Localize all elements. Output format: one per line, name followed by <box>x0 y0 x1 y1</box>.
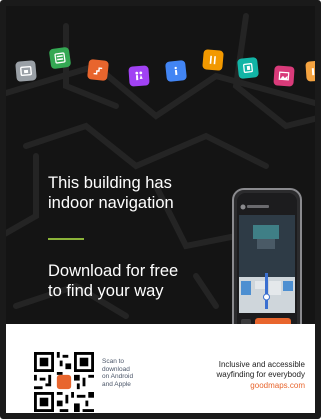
exit-icon <box>237 57 259 79</box>
poster-bottom-panel: Scan to download on Android and Apple In… <box>6 324 315 413</box>
poster-top-panel: This building has indoor navigation Down… <box>6 6 315 324</box>
elevator-icon <box>15 60 37 82</box>
headline-line-2: indoor navigation <box>48 194 174 212</box>
headline-text: This building has indoor navigation <box>48 173 238 213</box>
download-line-1: Download for free <box>48 262 179 280</box>
accent-divider <box>48 238 84 240</box>
phone-mockup <box>232 188 302 324</box>
restroom-icon <box>128 65 150 87</box>
tagline-line-2: wayfinding for everybody <box>216 370 306 379</box>
download-text: Download for free to find your way <box>48 261 238 301</box>
qr-code[interactable] <box>34 352 94 412</box>
atm-icon <box>48 46 72 70</box>
gallery-icon <box>273 65 295 87</box>
poster: This building has indoor navigation Down… <box>0 0 321 419</box>
poi-icon-row <box>6 6 315 106</box>
download-line-2: to find your way <box>48 282 164 300</box>
website-link[interactable]: goodmaps.com <box>145 381 305 391</box>
phone-map-illustration <box>237 193 297 324</box>
headline-line-1: This building has <box>48 174 172 192</box>
shop-icon <box>305 60 315 82</box>
food-icon <box>202 49 224 71</box>
info-icon <box>165 60 187 82</box>
qr-logo-icon <box>56 374 72 390</box>
tagline-line-1: Inclusive and accessible <box>218 360 305 369</box>
phone-screen <box>237 193 297 324</box>
stairs-icon <box>87 59 109 81</box>
